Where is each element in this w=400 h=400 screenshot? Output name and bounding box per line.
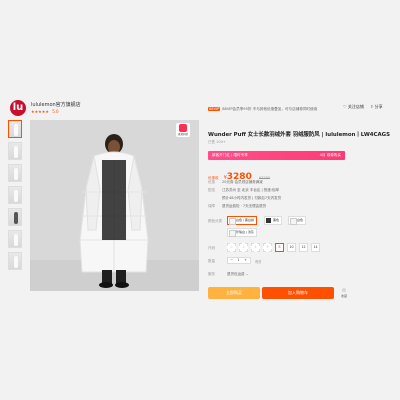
follow-label: 关注店铺 — [347, 104, 364, 109]
color-label: 颜色分类 — [208, 219, 222, 223]
share-button[interactable]: ⇪ 分享 — [370, 104, 383, 110]
sold-count: 已售 100+ — [208, 140, 226, 144]
row-label: 配送 — [208, 188, 215, 192]
quantity-stepper: −1 + — [227, 257, 251, 264]
color-option[interactable]: 白色 — [288, 216, 307, 225]
similar-style-badge[interactable]: 逛逛同款 — [176, 123, 190, 137]
vip-tag: 88VIP — [208, 107, 221, 111]
coupon-row[interactable]: 优惠 20元券 会员领店铺券满减 — [208, 180, 263, 185]
shipping-row[interactable]: 配送 江苏苏州 至 北京 丰台区 | 快递:包邮 — [208, 188, 279, 193]
quantity-label: 数量 — [208, 259, 215, 263]
store-name[interactable]: lululemon官方旗舰店 — [31, 101, 81, 108]
add-to-cart-button[interactable]: 加入购物车 — [262, 287, 334, 299]
model-wearing-white-puffer-coat-image — [30, 120, 199, 291]
row-label: 优惠 — [208, 180, 215, 184]
favorite-button[interactable]: ☆ 收藏 — [339, 287, 349, 298]
star-icon: ☆ — [341, 287, 347, 294]
thumbnail-list — [8, 120, 22, 274]
quantity-input[interactable]: 1 — [235, 258, 242, 263]
thumbnail[interactable] — [8, 252, 22, 270]
size-option[interactable]: 6 — [263, 243, 272, 252]
main-product-image[interactable] — [30, 120, 199, 291]
quantity-increment-button[interactable]: + — [242, 258, 249, 263]
promo-text: 88VIP会员享95折 不与其他优惠叠加，可与店铺券同时使用 — [222, 107, 318, 111]
row-label: 保障 — [208, 204, 215, 208]
size-label: 尺码 — [208, 246, 215, 250]
size-option[interactable]: 14 — [311, 243, 320, 252]
size-option[interactable]: 12 — [299, 243, 308, 252]
shopping-bag-icon — [179, 124, 187, 132]
thumbnail[interactable] — [8, 208, 22, 226]
thumbnail[interactable] — [8, 120, 22, 138]
row-value: 20元券 会员领店铺券满减 — [222, 180, 263, 184]
size-option[interactable]: 8 — [275, 243, 284, 252]
store-rating: ★★★★★ 5.0 — [31, 109, 59, 114]
store-logo[interactable]: lu — [10, 100, 26, 116]
rating-value: 5.0 — [52, 109, 59, 114]
member-banner-text: 新客开门红 | 限时专享 — [212, 153, 248, 157]
row-value: 江苏苏州 至 北京 丰台区 | 快递:包邮 — [222, 188, 279, 192]
thumbnail[interactable] — [8, 164, 22, 182]
share-label: 分享 — [374, 104, 383, 109]
thumbnail[interactable] — [8, 186, 22, 204]
badge-label: 逛逛同款 — [177, 133, 188, 136]
stock-status: 有货 — [255, 260, 262, 264]
row-value: 预计48小时内发货 | 付款后7天内发货 — [222, 196, 282, 200]
size-option[interactable]: 4 — [251, 243, 260, 252]
size-option[interactable]: 0 — [227, 243, 236, 252]
buy-now-button[interactable]: 立即购买 — [208, 287, 260, 299]
color-option[interactable]: 黑色 — [264, 216, 283, 225]
product-title: Wunder Puff 女士长款羽绒外套 羽绒服防风 | lululemon丨L… — [208, 132, 390, 138]
member-banner-action: 4月 领券购买 — [319, 153, 341, 157]
promo-bar: 88VIP 88VIP会员享95折 不与其他优惠叠加，可与店铺券同时使用 — [208, 104, 338, 114]
service-label: 服务 — [208, 272, 215, 276]
size-option[interactable]: 10 — [287, 243, 296, 252]
guarantee-row[interactable]: 保障 退货运费险 · 7天无理由退货 — [208, 204, 266, 209]
thumbnail[interactable] — [8, 230, 22, 248]
page-header — [0, 0, 400, 110]
star-rating-icon: ★★★★★ — [31, 109, 49, 114]
quantity-decrement-button[interactable]: − — [228, 258, 235, 263]
member-banner[interactable]: 新客开门红 | 限时专享 4月 领券购买 — [208, 151, 345, 160]
favorite-label: 收藏 — [340, 294, 347, 298]
follow-store-button[interactable]: ♡ 关注店铺 — [343, 104, 364, 110]
service-select[interactable]: 退货包运费 ⌄ — [227, 272, 249, 277]
color-option[interactable]: 珍珠白 | 浅灰 — [227, 228, 257, 237]
row-value: 退货运费险 · 7天无理由退货 — [222, 204, 267, 208]
delivery-time-row: 预计48小时内发货 | 付款后7天内发货 — [208, 196, 281, 201]
thumbnail[interactable] — [8, 142, 22, 160]
color-option[interactable]: 白色 | 黑白拼 — [227, 216, 257, 225]
size-option[interactable]: 2 — [239, 243, 248, 252]
